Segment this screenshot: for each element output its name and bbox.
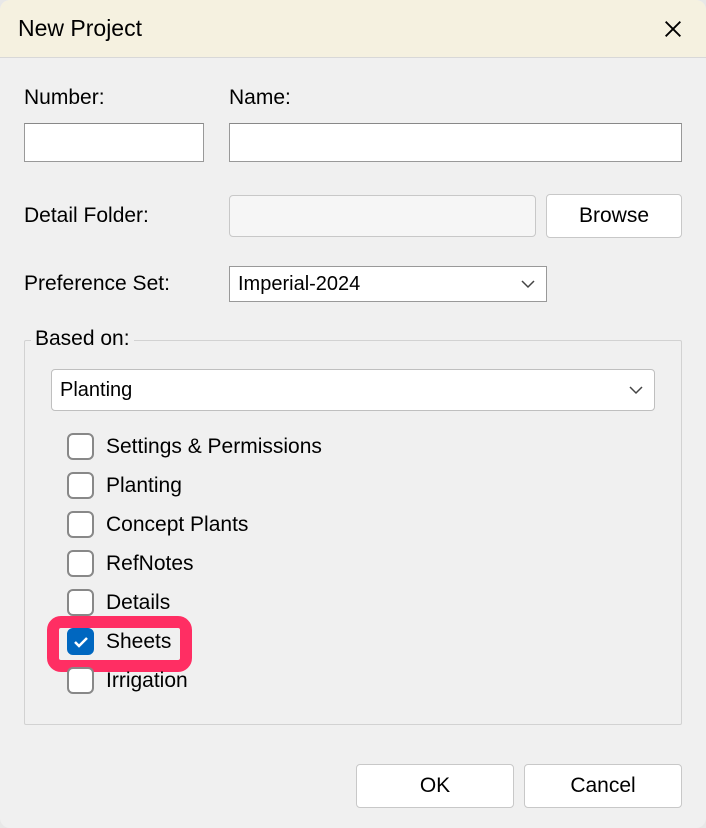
checkbox-label: Irrigation [106, 669, 188, 693]
dialog-title: New Project [18, 15, 142, 42]
based-on-template-value: Planting [60, 379, 132, 402]
checkbox-item-concept-plants[interactable]: Concept Plants [67, 511, 655, 538]
new-project-dialog: New Project Number: Name: Det [0, 0, 706, 828]
checkbox-item-settings-permissions[interactable]: Settings & Permissions [67, 433, 655, 460]
chevron-down-icon [628, 385, 644, 395]
based-on-legend: Based on: [31, 327, 134, 351]
dialog-content: Number: Name: Detail Folder: Browse Pref… [0, 58, 706, 745]
checkbox-item-refnotes[interactable]: RefNotes [67, 550, 655, 577]
chevron-down-icon [520, 279, 536, 289]
checkbox-item-details[interactable]: Details [67, 589, 655, 616]
based-on-group: Based on: Planting Settings & Permission… [24, 340, 682, 725]
preference-set-value: Imperial-2024 [238, 273, 360, 296]
checkbox[interactable] [67, 628, 94, 655]
based-on-checkbox-list: Settings & Permissions Planting Concept … [51, 433, 655, 694]
number-label: Number: [24, 86, 229, 110]
detail-folder-label: Detail Folder: [24, 204, 229, 228]
checkbox-item-planting[interactable]: Planting [67, 472, 655, 499]
checkbox-label: Sheets [106, 630, 171, 654]
number-input[interactable] [24, 123, 204, 162]
checkbox-label: Settings & Permissions [106, 435, 322, 459]
checkbox-label: Planting [106, 474, 182, 498]
ok-button[interactable]: OK [356, 764, 514, 808]
checkbox[interactable] [67, 472, 94, 499]
preference-set-label: Preference Set: [24, 272, 229, 296]
dialog-footer: OK Cancel [356, 764, 682, 808]
check-icon [73, 636, 89, 648]
checkbox-item-irrigation[interactable]: Irrigation [67, 667, 655, 694]
checkbox[interactable] [67, 433, 94, 460]
checkbox-item-sheets[interactable]: Sheets [67, 628, 655, 655]
cancel-button[interactable]: Cancel [524, 764, 682, 808]
checkbox[interactable] [67, 667, 94, 694]
checkbox-label: Details [106, 591, 170, 615]
titlebar: New Project [0, 0, 706, 58]
browse-button[interactable]: Browse [546, 194, 682, 238]
checkbox[interactable] [67, 550, 94, 577]
checkbox[interactable] [67, 511, 94, 538]
based-on-template-select[interactable]: Planting [51, 369, 655, 411]
close-button[interactable] [658, 14, 688, 44]
checkbox[interactable] [67, 589, 94, 616]
checkbox-label: Concept Plants [106, 513, 248, 537]
checkbox-label: RefNotes [106, 552, 194, 576]
name-input[interactable] [229, 123, 682, 162]
preference-set-select[interactable]: Imperial-2024 [229, 266, 547, 302]
name-label: Name: [229, 86, 682, 110]
close-icon [662, 18, 684, 40]
detail-folder-input[interactable] [229, 195, 536, 237]
